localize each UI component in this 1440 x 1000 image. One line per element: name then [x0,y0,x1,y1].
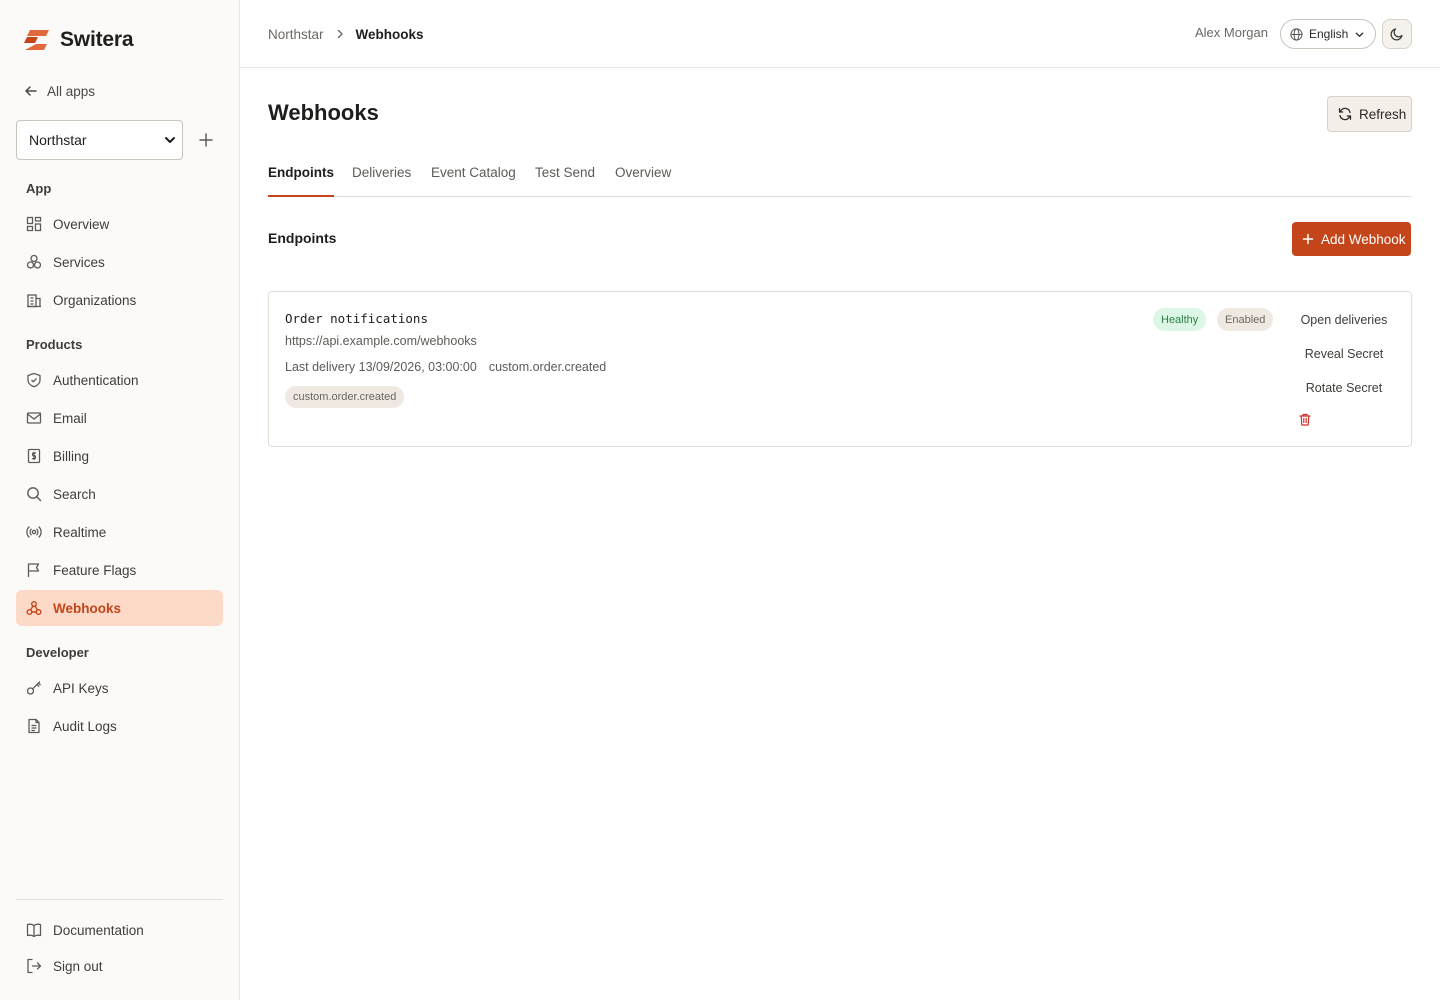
endpoint-name: Order notifications [285,311,428,326]
app-select-value: Northstar [29,132,87,148]
sidebar-item-label: Webhooks [53,600,122,616]
sidebar-item-label: Services [53,254,105,270]
delete-endpoint-button[interactable] [1299,413,1311,426]
dashboard-icon [26,216,42,232]
sidebar-item-label: Feature Flags [53,562,137,578]
event-chip: custom.order.created [285,386,405,408]
sidebar-item-authentication[interactable]: Authentication [16,362,223,398]
breadcrumb-current: Webhooks [355,26,424,42]
sidebar-item-label: Search [53,486,96,502]
refresh-label: Refresh [1359,106,1407,122]
status-badge: Enabled [1217,308,1274,331]
sidebar-item-label: Documentation [53,922,144,938]
chevron-down-icon [1354,29,1365,40]
brand-name: Switera [60,28,134,51]
add-webhook-button[interactable]: Add Webhook [1292,222,1411,256]
endpoint-card: Order notifications https://api.example.… [268,291,1412,447]
refresh-button[interactable]: Refresh [1327,96,1412,132]
search-icon [26,486,42,502]
broadcast-icon [26,524,42,540]
sidebar-item-realtime[interactable]: Realtime [16,514,223,550]
sidebar-item-services[interactable]: Services [16,244,223,280]
open-deliveries-button[interactable]: Open deliveries [1289,313,1399,327]
logo-icon [24,29,50,51]
flag-icon [26,562,42,578]
mail-icon [26,410,42,426]
tab-overview[interactable]: Overview [615,160,671,197]
theme-toggle-button[interactable] [1382,19,1412,49]
last-delivery-event: custom.order.created [488,360,607,374]
health-badge: Healthy [1153,308,1207,331]
language-select[interactable]: English [1280,19,1376,49]
refresh-icon [1338,107,1352,121]
breadcrumb: Northstar Webhooks [268,24,424,44]
sidebar-item-label: Email [53,410,87,426]
sidebar-item-feature-flags[interactable]: Feature Flags [16,552,223,588]
brand[interactable]: Switera [24,28,134,52]
sidebar-item-label: Authentication [53,372,139,388]
tab-test-send[interactable]: Test Send [535,160,595,197]
building-icon [26,292,42,308]
plus-icon [199,133,213,147]
chevron-down-icon [164,134,176,146]
sidebar-item-label: Audit Logs [53,718,117,734]
sidebar-item-organizations[interactable]: Organizations [16,282,223,318]
services-icon [26,254,42,270]
sidebar-item-api-keys[interactable]: API Keys [16,670,223,706]
user-name: Alex Morgan [1195,25,1268,40]
add-app-button[interactable] [196,130,216,150]
sidebar-item-documentation[interactable]: Documentation [16,912,223,948]
sidebar-item-billing[interactable]: Billing [16,438,223,474]
webhook-icon [26,600,42,616]
moon-icon [1390,27,1404,41]
sidebar-item-label: Billing [53,448,90,464]
sidebar-item-email[interactable]: Email [16,400,223,436]
endpoint-url: https://api.example.com/webhooks [285,334,477,348]
endpoint-last-delivery: Last delivery 13/09/2026, 03:00:00 custo… [285,360,606,374]
key-icon [26,680,42,696]
sidebar-item-search[interactable]: Search [16,476,223,512]
logout-icon [26,958,42,974]
chevron-right-icon [334,28,346,40]
all-apps-link[interactable]: All apps [24,80,95,102]
section-label-products: Products [26,337,83,352]
tab-bar: Endpoints Deliveries Event Catalog Test … [268,160,1412,197]
app-select[interactable]: Northstar [16,120,183,160]
shield-icon [26,372,42,388]
document-icon [26,718,42,734]
tab-deliveries[interactable]: Deliveries [352,160,411,197]
language-value: English [1309,27,1349,41]
sidebar-item-sign-out[interactable]: Sign out [16,948,223,984]
arrow-left-icon [24,84,38,98]
billing-icon [26,448,42,464]
all-apps-label: All apps [47,83,96,99]
sidebar-item-label: Sign out [53,958,103,974]
sidebar-item-label: Realtime [53,524,107,540]
globe-icon [1290,27,1303,41]
section-label-developer: Developer [26,645,89,660]
sidebar: Switera All apps Northstar App Overview … [0,0,240,1000]
sidebar-item-label: Organizations [53,292,137,308]
breadcrumb-parent[interactable]: Northstar [268,27,324,42]
tab-endpoints[interactable]: Endpoints [268,160,334,197]
topbar: Northstar Webhooks Alex Morgan English [240,0,1440,68]
sidebar-item-label: API Keys [53,680,109,696]
tab-event-catalog[interactable]: Event Catalog [431,160,516,197]
book-icon [26,922,42,938]
sidebar-item-audit-logs[interactable]: Audit Logs [16,708,223,744]
sidebar-item-label: Overview [53,216,110,232]
rotate-secret-button[interactable]: Rotate Secret [1289,381,1399,395]
trash-icon [1299,413,1311,426]
sidebar-divider [16,899,223,900]
add-webhook-label: Add Webhook [1321,231,1406,247]
reveal-secret-button[interactable]: Reveal Secret [1289,347,1399,361]
page-title: Webhooks [268,100,379,125]
plus-icon [1302,233,1314,245]
section-label-app: App [26,181,52,196]
sidebar-item-overview[interactable]: Overview [16,206,223,242]
sidebar-item-webhooks[interactable]: Webhooks [16,590,223,626]
last-delivery-time: Last delivery 13/09/2026, 03:00:00 [285,360,477,374]
section-title: Endpoints [268,230,337,246]
